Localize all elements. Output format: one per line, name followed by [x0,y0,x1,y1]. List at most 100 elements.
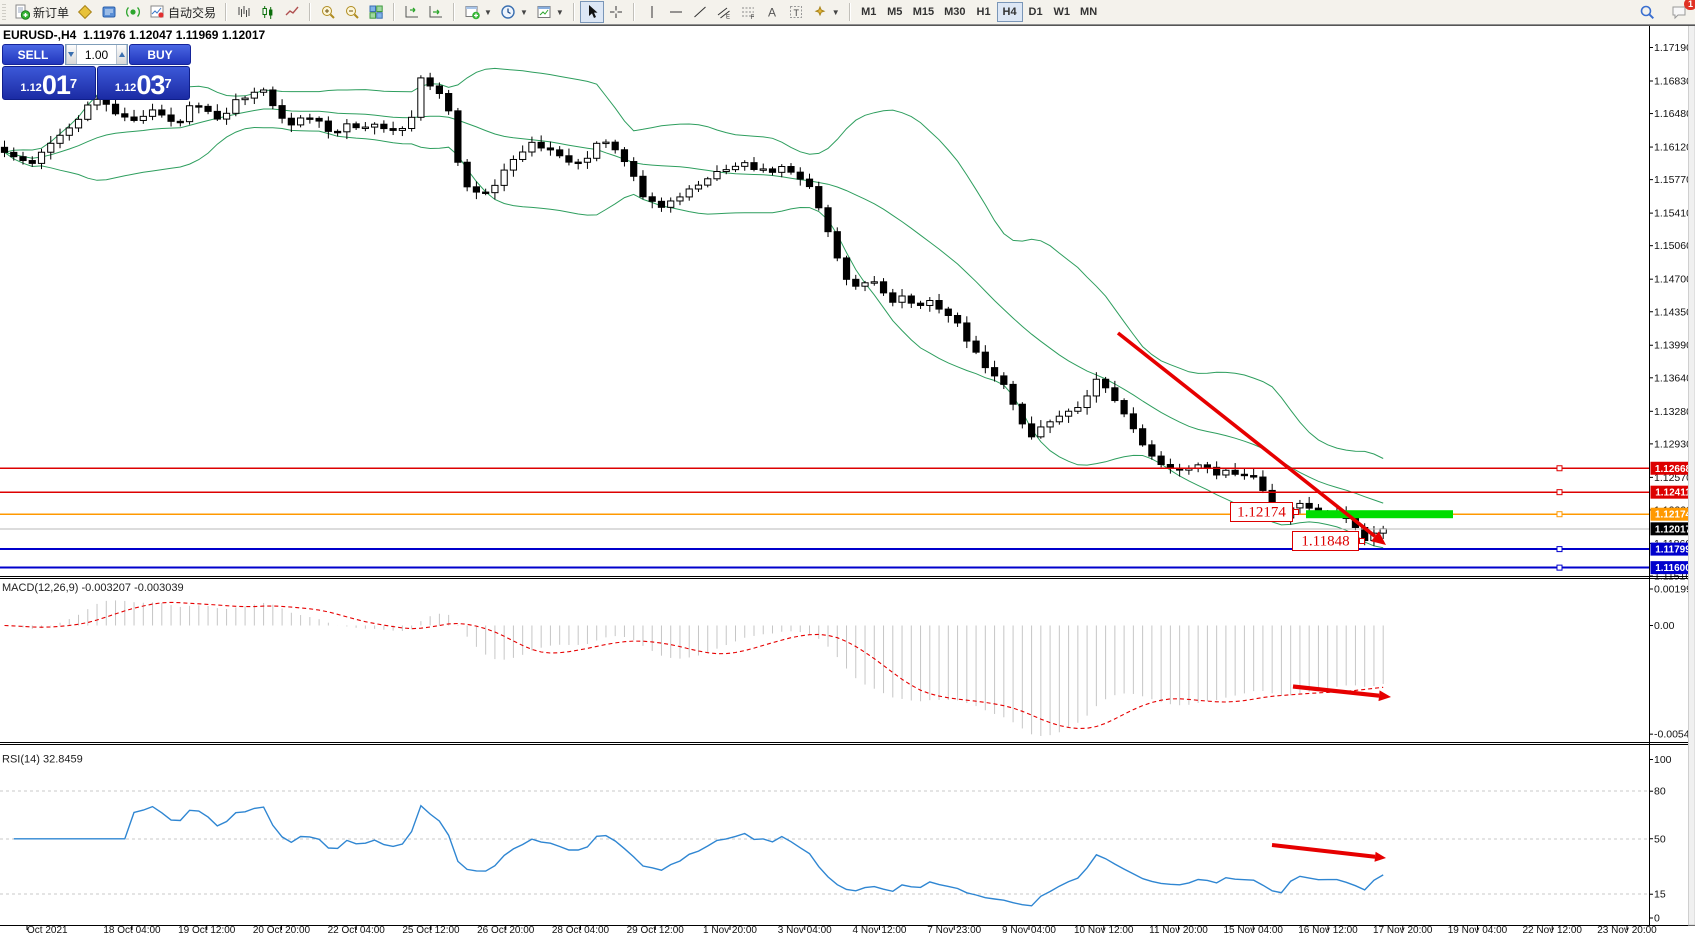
line-handle[interactable] [1557,565,1562,570]
axis-label: 1.16480 [1654,108,1692,120]
search-button[interactable] [1635,1,1659,23]
volume-down-button[interactable] [66,45,77,64]
timeframe-m1-button[interactable]: M1 [856,2,882,22]
candle-body [38,152,44,163]
new-chart-button[interactable]: ▼ [460,1,496,23]
line-handle[interactable] [1557,547,1562,552]
axis-label: 1.14350 [1654,306,1692,318]
line-handle[interactable] [1557,512,1562,517]
new-order-button[interactable]: 新订单 [10,1,73,23]
timeframe-w1-button[interactable]: W1 [1049,2,1076,22]
rsi-axis-label: 80 [1654,786,1666,798]
autotrading-button[interactable]: 自动交易 [145,1,220,23]
bollinger-lower-band[interactable] [5,128,1384,548]
candle-body [880,282,886,293]
text-label-icon: T [788,4,804,20]
time-label: 22 Oct 04:00 [328,925,386,936]
candle-body [668,201,674,207]
timeframe-m15-button[interactable]: M15 [908,2,939,22]
time-label: 29 Oct 12:00 [627,925,685,936]
text-label-button[interactable]: T [784,1,808,23]
buy-button[interactable]: BUY [129,44,191,65]
chat-badge: 1 [1684,0,1695,10]
green-highlight-zone[interactable] [1306,510,1453,518]
chart-shift-button[interactable] [400,1,424,23]
timeframe-mn-button[interactable]: MN [1075,2,1102,22]
buy-price-sup: 7 [164,67,171,101]
candle-body [1204,465,1210,468]
timeframe-m30-button[interactable]: M30 [939,2,970,22]
timeframe-h4-button[interactable]: H4 [997,2,1023,22]
zoom-in-button[interactable] [316,1,340,23]
sell-price-display[interactable]: 1.12017 [2,66,96,100]
line-chart-button[interactable] [280,1,304,23]
price-annotation-1.11848[interactable]: 1.11848 [1293,532,1365,551]
text-button[interactable]: A [760,1,784,23]
volume-input[interactable] [77,45,117,64]
periods-button[interactable]: ▼ [496,1,532,23]
price-annotation-1.12174[interactable]: 1.12174 [1231,503,1299,522]
dropdown-caret-icon: ▼ [484,8,492,17]
line-handle[interactable] [1557,490,1562,495]
candle-body [973,341,979,352]
crosshair-button[interactable] [604,1,628,23]
candle-body [806,179,812,186]
crosshair-icon [608,4,624,20]
price-tag-text: 1.12017 [1655,524,1692,535]
bollinger-middle-band[interactable] [5,109,1384,503]
bar-chart-button[interactable] [232,1,256,23]
data-window-button[interactable] [97,1,121,23]
sell-button[interactable]: SELL [2,44,64,65]
candle-body [325,121,331,131]
candlestick-chart-button[interactable] [256,1,280,23]
timeframe-d1-button[interactable]: D1 [1023,2,1049,22]
bollinger-upper-band[interactable] [5,68,1384,458]
candle-body [1130,414,1136,429]
timeframe-m5-button[interactable]: M5 [882,2,908,22]
line-handle[interactable] [1557,466,1562,471]
trendline-button[interactable] [688,1,712,23]
svg-text:T: T [793,8,799,18]
auto-scroll-button[interactable] [424,1,448,23]
templates-button[interactable]: ▼ [532,1,568,23]
toolbar-drag-handle[interactable] [2,4,6,20]
fibonacci-button[interactable]: F [736,1,760,23]
candle-body [1028,424,1034,437]
rsi-axis-label: 100 [1654,754,1672,766]
cursor-button[interactable] [580,1,604,23]
candle-body [344,124,350,132]
time-label: 9 Nov 04:00 [1002,925,1056,936]
candle-body [594,143,600,158]
time-label: 20 Oct 20:00 [253,925,311,936]
candle-body [723,170,729,172]
candle-body [29,161,35,164]
candle-body [140,116,146,120]
toolbar: 新订单 自动交易 [0,0,1695,25]
zoom-out-button[interactable] [340,1,364,23]
candle-body [297,118,303,125]
rsi-arrow[interactable] [1272,845,1386,862]
candle-body [372,124,378,127]
chart-canvas[interactable]: 1.121741.118481.171901.168301.164801.161… [0,0,1695,937]
signals-button[interactable] [121,1,145,23]
equidistant-channel-button[interactable]: E [712,1,736,23]
time-label: 3 Nov 04:00 [778,925,832,936]
time-label: 22 Nov 12:00 [1523,925,1583,936]
market-watch-button[interactable] [73,1,97,23]
vertical-line-button[interactable] [640,1,664,23]
candle-body [964,323,970,341]
timeframe-h1-button[interactable]: H1 [971,2,997,22]
toolbar-separator [453,3,455,21]
candle-body [492,185,498,192]
volume-up-button[interactable] [116,45,127,64]
buy-price-small: 1.12 [115,78,136,98]
vertical-scrollbar[interactable] [1689,25,1695,925]
rsi-arrow-shaft [1272,845,1375,857]
horizontal-line-button[interactable] [664,1,688,23]
candle-body [112,104,118,114]
tile-windows-button[interactable] [364,1,388,23]
arrows-button[interactable]: ▼ [808,1,844,23]
chat-button[interactable]: 1 [1667,1,1691,23]
data-window-icon [101,4,117,20]
buy-price-display[interactable]: 1.12037 [97,66,191,100]
